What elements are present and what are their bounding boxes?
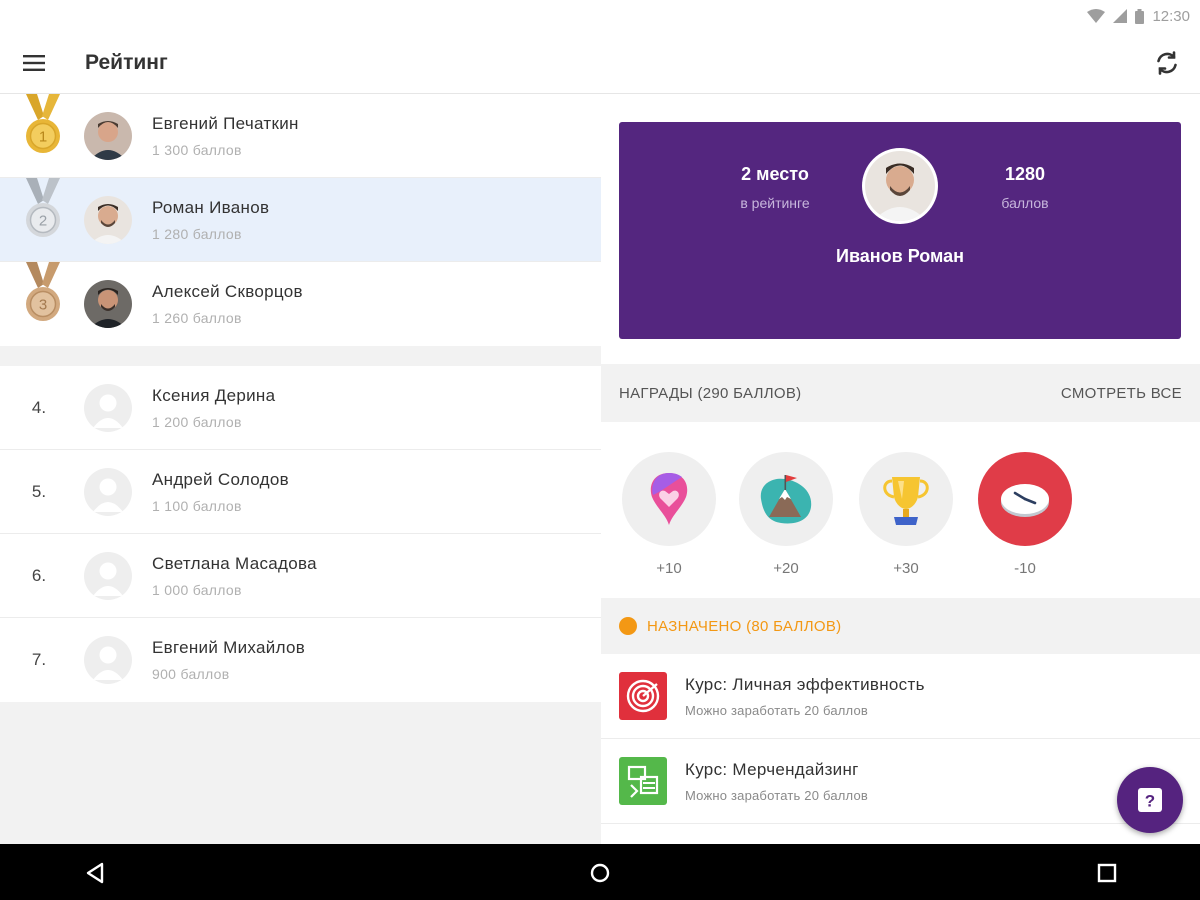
help-icon: ? [1138, 788, 1162, 812]
person-points: 1 280 баллов [152, 225, 242, 242]
rank-number: 5. [31, 481, 47, 501]
rank-number: 4. [31, 397, 47, 417]
place-stat: 2 место в рейтинге [715, 164, 835, 211]
award-badge[interactable]: -10 [977, 452, 1073, 577]
leaderboard-row-selected[interactable]: 2 Роман Иванов 1 280 баллов [0, 177, 601, 262]
others-list: 4. Ксения Дерина 1 200 баллов 5. Андрей … [0, 366, 601, 702]
course-title: Курс: Личная эффективность [685, 674, 925, 694]
person-name: Ксения Дерина [152, 385, 276, 405]
person-points: 1 300 баллов [152, 141, 242, 158]
svg-text:?: ? [1145, 792, 1155, 811]
system-nav-bar [0, 844, 1200, 900]
app-bar: Рейтинг [0, 32, 1200, 94]
person-points: 1 000 баллов [152, 581, 242, 598]
awards-title: НАГРАДЫ (290 БАЛЛОВ) [619, 384, 802, 402]
leaderboard-row[interactable]: 6. Светлана Масадова 1 000 баллов [0, 534, 601, 618]
clock-icon [1001, 484, 1049, 517]
points-value: 1280 [1004, 164, 1046, 184]
recents-icon [1097, 863, 1117, 883]
awards-list: +10 +20 +30 -10 [601, 422, 1200, 598]
avatar-placeholder-icon [84, 383, 132, 432]
person-points: 1 100 баллов [152, 497, 242, 514]
course-item[interactable]: Курс: Мерчендайзинг Можно заработать 20 … [601, 739, 1200, 824]
avatar-placeholder-icon [84, 467, 132, 516]
course-subtitle: Можно заработать 20 баллов [685, 702, 869, 718]
avatar [84, 195, 132, 244]
status-time: 12:30 [1152, 7, 1190, 25]
person-points: 1 260 баллов [152, 310, 242, 326]
leaderboard-row[interactable]: 1 Евгений Печаткин 1 300 баллов [0, 93, 601, 178]
home-button[interactable] [585, 858, 615, 888]
see-all-link[interactable]: СМОТРЕТЬ ВСЕ [1061, 385, 1182, 402]
person-points: 1 200 баллов [152, 413, 242, 430]
merchandising-icon [619, 757, 667, 805]
person-points: 900 баллов [152, 666, 230, 682]
award-value: +20 [773, 560, 799, 577]
profile-name: Иванов Роман [836, 246, 964, 266]
avatar [84, 111, 132, 160]
silver-medal-icon: 2 [26, 177, 60, 237]
leaderboard-panel: 1 Евгений Печаткин 1 300 баллов 2 Роман … [0, 93, 601, 844]
course-title: Курс: Мерчендайзинг [685, 759, 859, 779]
rank-number: 6. [31, 565, 47, 585]
avatar-placeholder-icon [84, 636, 132, 684]
svg-text:3: 3 [39, 297, 47, 314]
person-name: Евгений Печаткин [152, 113, 299, 133]
bronze-medal-icon: 3 [26, 262, 60, 321]
course-subtitle: Можно заработать 20 баллов [685, 787, 869, 803]
gold-medal-icon: 1 [26, 93, 60, 153]
status-bar: 12:30 [0, 0, 1200, 32]
menu-icon [23, 54, 45, 71]
rank-number: 7. [31, 650, 47, 669]
leaderboard-row[interactable]: 5. Андрей Солодов 1 100 баллов [0, 450, 601, 534]
place-label: в рейтинге [740, 195, 810, 211]
profile-avatar [862, 148, 938, 224]
trophy-icon [883, 477, 929, 525]
help-button[interactable]: ? [1117, 767, 1183, 833]
recents-button[interactable] [1092, 858, 1122, 888]
points-stat: 1280 баллов [965, 164, 1085, 211]
mountain-flag-icon [760, 475, 812, 524]
place-value: 2 место [741, 164, 809, 184]
target-icon [619, 672, 667, 720]
award-badge[interactable]: +20 [738, 452, 834, 577]
assigned-title: НАЗНАЧЕНО (80 БАЛЛОВ) [647, 617, 842, 635]
person-name: Роман Иванов [152, 197, 270, 217]
heart-pin-icon [650, 473, 688, 525]
points-label: баллов [1001, 195, 1049, 211]
award-value: +10 [656, 560, 682, 577]
profile-card: 2 место в рейтинге 1280 баллов Иванов Ро… [619, 122, 1181, 339]
refresh-button[interactable] [1150, 46, 1184, 80]
top-three-list: 1 Евгений Печаткин 1 300 баллов 2 Роман … [0, 93, 601, 346]
signal-icon [1113, 9, 1128, 23]
page-title: Рейтинг [85, 50, 168, 74]
back-icon [86, 862, 104, 884]
refresh-icon [1157, 51, 1177, 75]
person-name: Светлана Масадова [152, 553, 317, 573]
leaderboard-row[interactable]: 4. Ксения Дерина 1 200 баллов [0, 366, 601, 450]
svg-text:1: 1 [39, 128, 47, 145]
award-badge[interactable]: +10 [621, 452, 717, 577]
details-panel: 2 место в рейтинге 1280 баллов Иванов Ро… [601, 94, 1200, 844]
orange-dot-icon [619, 617, 637, 635]
person-name: Евгений Михайлов [152, 638, 306, 657]
wifi-icon [1087, 9, 1106, 23]
awards-header: НАГРАДЫ (290 БАЛЛОВ) СМОТРЕТЬ ВСЕ [601, 364, 1200, 422]
leaderboard-row[interactable]: 3 Алексей Скворцов 1 260 баллов [0, 262, 601, 346]
person-name: Алексей Скворцов [152, 282, 303, 301]
home-icon [590, 863, 610, 883]
svg-text:2: 2 [39, 212, 47, 229]
award-value: +30 [893, 560, 919, 577]
battery-icon [1135, 8, 1145, 24]
leaderboard-row[interactable]: 7. Евгений Михайлов 900 баллов [0, 618, 601, 702]
back-button[interactable] [80, 858, 110, 888]
menu-button[interactable] [0, 32, 68, 94]
award-value: -10 [1014, 560, 1036, 577]
assigned-header: НАЗНАЧЕНО (80 БАЛЛОВ) [601, 598, 1200, 654]
avatar [84, 280, 132, 328]
course-item[interactable]: Курс: Личная эффективность Можно заработ… [601, 654, 1200, 739]
avatar-placeholder-icon [84, 551, 132, 600]
award-badge[interactable]: +30 [858, 452, 954, 577]
person-name: Андрей Солодов [152, 469, 289, 489]
